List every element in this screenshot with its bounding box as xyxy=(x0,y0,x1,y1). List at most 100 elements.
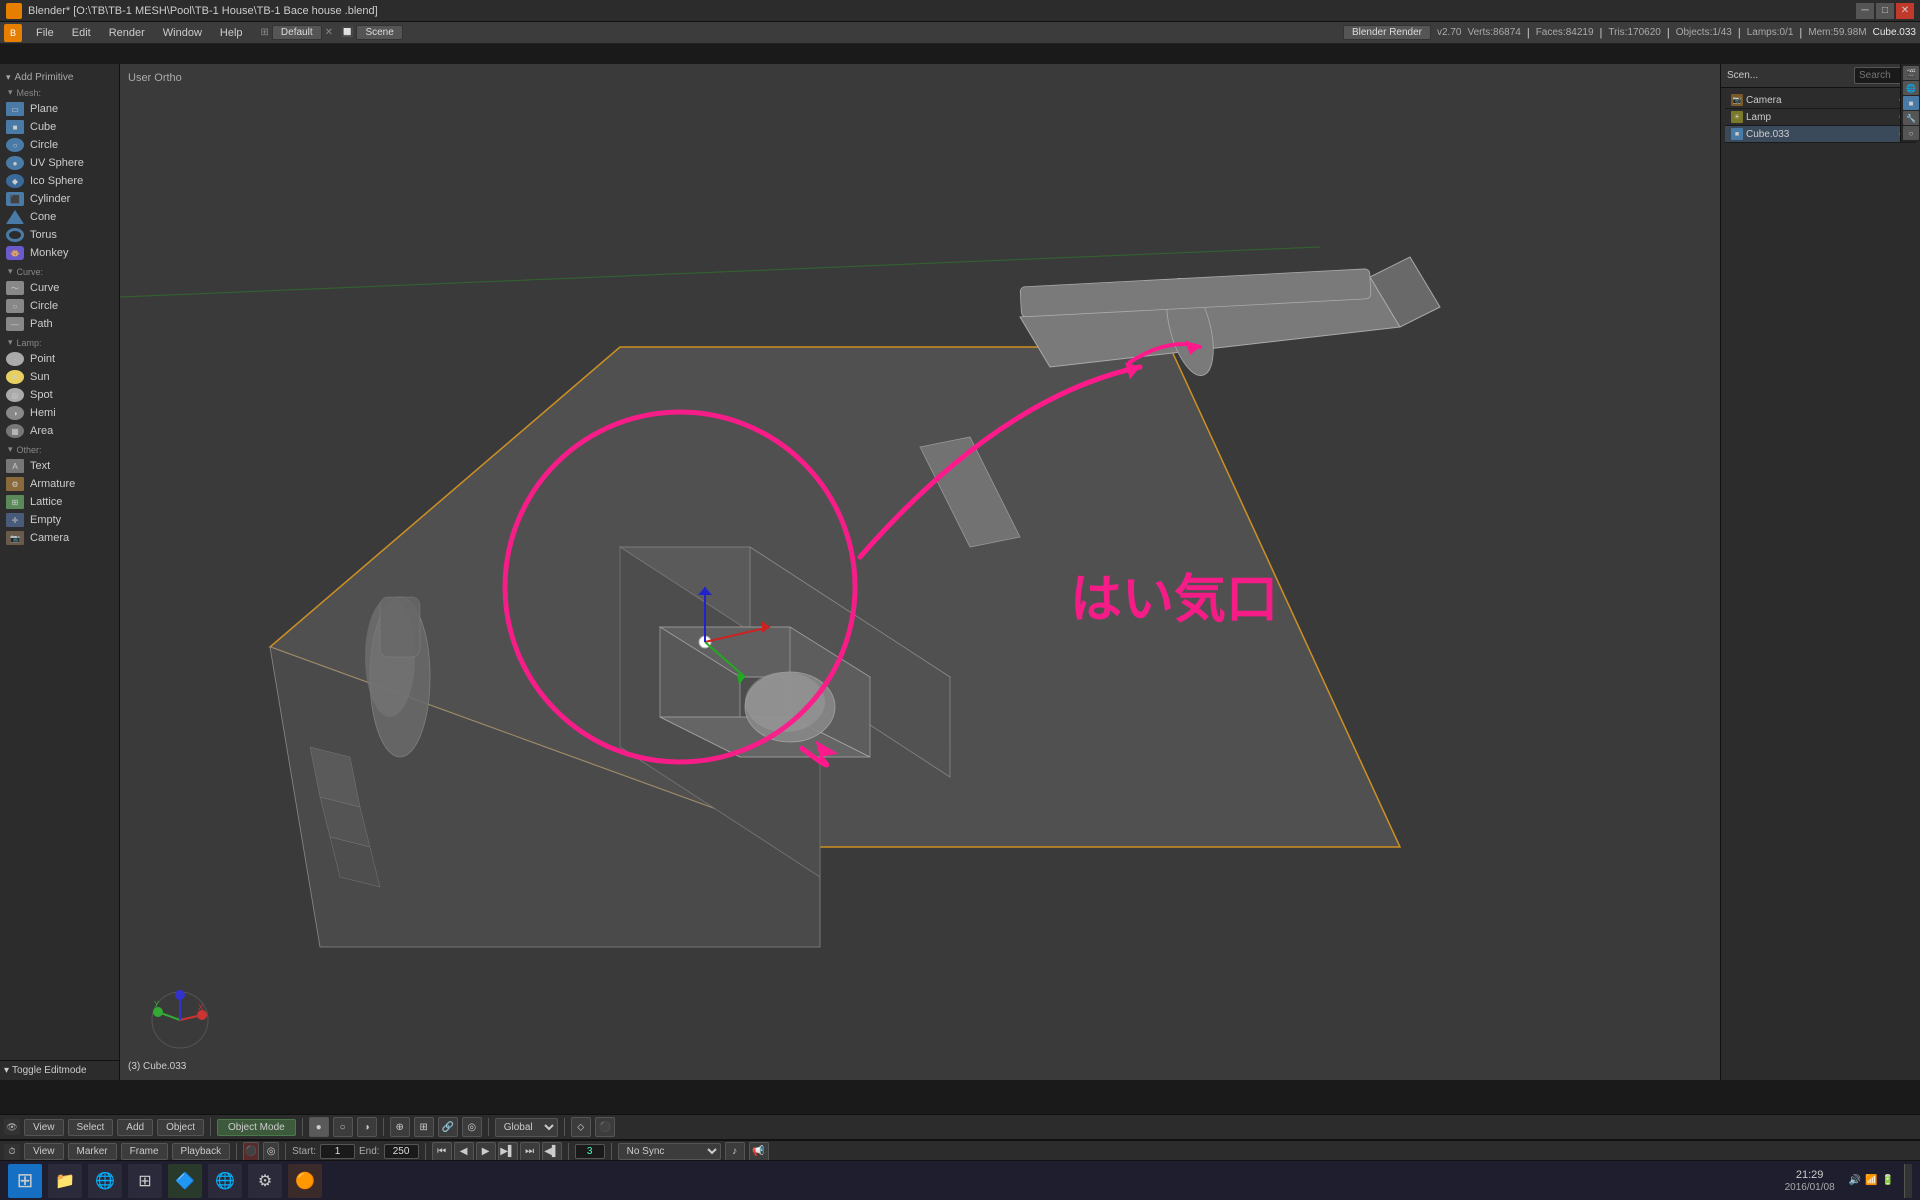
snap-icon[interactable]: 🔗 xyxy=(438,1117,458,1137)
rendered-shading-btn[interactable]: ◑ xyxy=(357,1117,377,1137)
title-bar: Blender* [O:\TB\TB-1 MESH\Pool\TB-1 Hous… xyxy=(0,0,1920,22)
sidebar-item-area[interactable]: ▦ Area xyxy=(2,422,117,440)
next-frame-btn[interactable]: ▶▌ xyxy=(498,1142,518,1162)
viewport-type-icon[interactable]: 👁 xyxy=(4,1119,20,1135)
sidebar-item-cube[interactable]: ■ Cube xyxy=(2,118,117,136)
timeline-marker-btn[interactable]: Marker xyxy=(68,1143,117,1160)
sidebar-item-hemi[interactable]: ◑ Hemi xyxy=(2,404,117,422)
windows-start-button[interactable]: ⊞ xyxy=(8,1164,42,1198)
scene-props-tab[interactable]: 🌐 xyxy=(1903,81,1919,95)
taskbar-apps[interactable]: ⊞ xyxy=(128,1164,162,1198)
keyframe-insert-btn[interactable]: ⬦ xyxy=(571,1117,591,1137)
sidebar-item-lattice[interactable]: ⊞ Lattice xyxy=(2,493,117,511)
menu-help[interactable]: Help xyxy=(212,25,251,41)
prev-frame-btn[interactable]: ◀ xyxy=(454,1142,474,1162)
sidebar-item-plane[interactable]: ▭ Plane xyxy=(2,100,117,118)
right-sidebar: Scen... 📷 Camera 👁 ☀ Lamp 👁 ■ Cube.033 👁… xyxy=(1720,64,1920,1080)
pivot-icon[interactable]: ⊕ xyxy=(390,1117,410,1137)
end-frame-input[interactable]: 250 xyxy=(384,1144,419,1159)
timeline-playback-btn[interactable]: Playback xyxy=(172,1143,231,1160)
blender-menu-icon[interactable]: B xyxy=(4,24,22,42)
timeline-sep-1 xyxy=(236,1143,237,1161)
record-icon[interactable]: ⚫ xyxy=(243,1142,259,1162)
outliner-item-lamp[interactable]: ☀ Lamp 👁 xyxy=(1725,109,1916,126)
material-props-tab[interactable]: ○ xyxy=(1903,126,1919,140)
proportional-icon[interactable]: ◎ xyxy=(462,1117,482,1137)
taskbar-settings[interactable]: ⚙ xyxy=(248,1164,282,1198)
view-menu-button[interactable]: View xyxy=(24,1119,64,1136)
taskbar-blender-active[interactable]: 🟠 xyxy=(288,1164,322,1198)
sidebar-item-curve-circle[interactable]: ○ Circle xyxy=(2,297,117,315)
current-frame-display[interactable]: 3 xyxy=(575,1144,605,1159)
render-engine[interactable]: Blender Render xyxy=(1343,25,1431,40)
lattice-icon: ⊞ xyxy=(6,495,24,509)
sidebar-item-path[interactable]: — Path xyxy=(2,315,117,333)
object-mode-button[interactable]: Object Mode xyxy=(217,1119,296,1136)
menu-window[interactable]: Window xyxy=(155,25,210,41)
solid-shading-btn[interactable]: ● xyxy=(309,1117,329,1137)
transform-orientation-select[interactable]: Global Local Normal xyxy=(495,1118,558,1137)
record-options-icon[interactable]: ◎ xyxy=(263,1142,279,1162)
sidebar-item-cylinder[interactable]: ⬛ Cylinder xyxy=(2,190,117,208)
show-desktop-btn[interactable] xyxy=(1904,1164,1912,1198)
minimize-button[interactable]: ─ xyxy=(1856,3,1874,19)
svg-text:X: X xyxy=(198,1003,204,1012)
wire-shading-btn[interactable]: ○ xyxy=(333,1117,353,1137)
start-frame-input[interactable]: 1 xyxy=(320,1144,355,1159)
record-btn[interactable]: ⚫ xyxy=(595,1117,615,1137)
sidebar-item-cone[interactable]: Cone xyxy=(2,208,117,226)
window-controls[interactable]: ─ □ ✕ xyxy=(1856,3,1914,19)
outliner-header: Scen... xyxy=(1721,64,1920,88)
sidebar-item-text[interactable]: A Text xyxy=(2,457,117,475)
outliner-item-cube[interactable]: ■ Cube.033 👁 xyxy=(1725,126,1916,143)
sidebar-item-circle[interactable]: ○ Circle xyxy=(2,136,117,154)
toggle-editmode-btn[interactable]: Toggle Editmode xyxy=(4,1065,115,1076)
outliner-item-camera[interactable]: 📷 Camera 👁 xyxy=(1725,92,1916,109)
taskbar-chrome[interactable]: 🌐 xyxy=(208,1164,242,1198)
play-btn[interactable]: ▶ xyxy=(476,1142,496,1162)
sidebar-item-uv-sphere[interactable]: ● UV Sphere xyxy=(2,154,117,172)
maximize-button[interactable]: □ xyxy=(1876,3,1894,19)
sidebar-item-torus[interactable]: Torus xyxy=(2,226,117,244)
3d-viewport[interactable]: User Ortho xyxy=(120,64,1720,1080)
add-menu-button[interactable]: Add xyxy=(117,1119,153,1136)
timeline-view-btn[interactable]: View xyxy=(24,1143,64,1160)
scene-name[interactable]: Scene xyxy=(356,25,402,40)
sidebar-item-camera[interactable]: 📷 Camera xyxy=(2,529,117,547)
scene-selector[interactable]: 🔲 Scene xyxy=(341,25,403,40)
menu-render[interactable]: Render xyxy=(101,25,153,41)
sidebar-item-curve[interactable]: 〜 Curve xyxy=(2,279,117,297)
menu-edit[interactable]: Edit xyxy=(64,25,99,41)
sidebar-item-ico-sphere[interactable]: ◆ Ico Sphere xyxy=(2,172,117,190)
transform-orientations-btn[interactable]: ⊞ xyxy=(414,1117,434,1137)
sidebar-item-spot[interactable]: ◎ Spot xyxy=(2,386,117,404)
sidebar-item-armature[interactable]: ⚙ Armature xyxy=(2,475,117,493)
object-menu-button[interactable]: Object xyxy=(157,1119,204,1136)
jump-end-btn[interactable]: ⏭ xyxy=(520,1142,540,1162)
select-menu-button[interactable]: Select xyxy=(68,1119,114,1136)
menu-file[interactable]: File xyxy=(28,25,62,41)
sidebar-item-point[interactable]: · Point xyxy=(2,350,117,368)
objects-info: Objects:1/43 xyxy=(1676,27,1732,38)
timeline-type-icon[interactable]: ⏱ xyxy=(4,1144,20,1160)
sync-select[interactable]: No Sync Frame Dropping AV-sync xyxy=(618,1143,721,1160)
sidebar-item-sun[interactable]: ☀ Sun xyxy=(2,368,117,386)
layout-selector[interactable]: ⊞ Default ✕ xyxy=(261,25,333,40)
audio-scrub-icon[interactable]: 📢 xyxy=(749,1142,769,1162)
taskbar-blender[interactable]: 🔷 xyxy=(168,1164,202,1198)
modifier-props-tab[interactable]: 🔧 xyxy=(1903,111,1919,125)
jump-start-btn[interactable]: ⏮ xyxy=(432,1142,452,1162)
taskbar-explorer[interactable]: 📁 xyxy=(48,1164,82,1198)
timeline-frame-btn[interactable]: Frame xyxy=(121,1143,168,1160)
close-button[interactable]: ✕ xyxy=(1896,3,1914,19)
layout-default[interactable]: Default xyxy=(272,25,322,40)
properties-tabs: 🎬 🌐 ■ 🔧 ○ xyxy=(1900,64,1920,142)
3d-gizmo[interactable]: X Y Z xyxy=(150,990,210,1050)
audio-icon[interactable]: ♪ xyxy=(725,1142,745,1162)
object-props-tab[interactable]: ■ xyxy=(1903,96,1919,110)
sidebar-item-empty[interactable]: ✛ Empty xyxy=(2,511,117,529)
play-reverse-btn[interactable]: ◀▌ xyxy=(542,1142,562,1162)
render-props-tab[interactable]: 🎬 xyxy=(1903,66,1919,80)
sidebar-item-monkey[interactable]: 🐵 Monkey xyxy=(2,244,117,262)
taskbar-ie[interactable]: 🌐 xyxy=(88,1164,122,1198)
